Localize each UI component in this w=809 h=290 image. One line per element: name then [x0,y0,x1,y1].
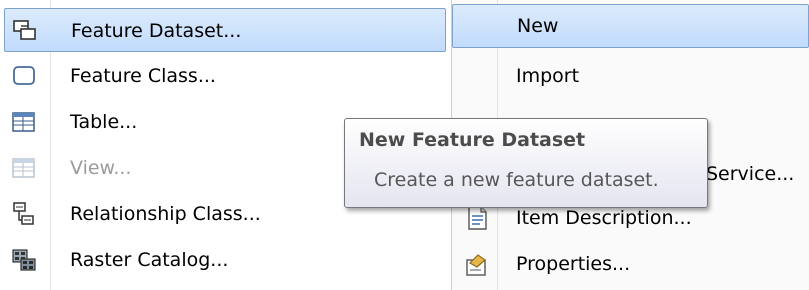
menu-item-label: Raster Catalog... [70,249,229,271]
menu-item-label: Feature Dataset... [71,20,242,42]
menu-item-label: Feature Class... [70,65,216,87]
relationship-class-icon [11,201,37,227]
raster-catalog-icon [11,247,37,273]
feature-class-icon [11,63,37,89]
menu-item-feature-dataset[interactable]: Feature Dataset... [4,8,446,52]
tooltip-title: New Feature Dataset [359,129,586,151]
menu-item-label: Properties... [516,253,631,275]
menu-item-label: Item Description... [516,207,692,229]
menu-item-label: View... [70,157,132,179]
menu-item-raster-catalog[interactable]: Raster Catalog... [4,238,446,282]
properties-icon [464,251,490,277]
table-icon [11,109,37,135]
menu-item-properties[interactable]: Properties... [452,242,809,286]
menu-item-label: Table... [70,111,138,133]
menu-item-label: Relationship Class... [70,203,261,225]
menu-item-feature-class[interactable]: Feature Class... [4,54,446,98]
menu-item-label: Service... [706,163,795,185]
menu-item-label: New [517,15,559,37]
item-description-icon [464,205,490,231]
menu-item-new[interactable]: New [452,4,809,48]
feature-dataset-icon [12,18,38,44]
view-icon [11,155,37,181]
menu-item-import[interactable]: Import [452,54,809,98]
menu-item-label: Import [516,65,580,87]
tooltip-body: Create a new feature dataset. [374,169,659,191]
tooltip: New Feature Dataset Create a new feature… [344,118,708,208]
